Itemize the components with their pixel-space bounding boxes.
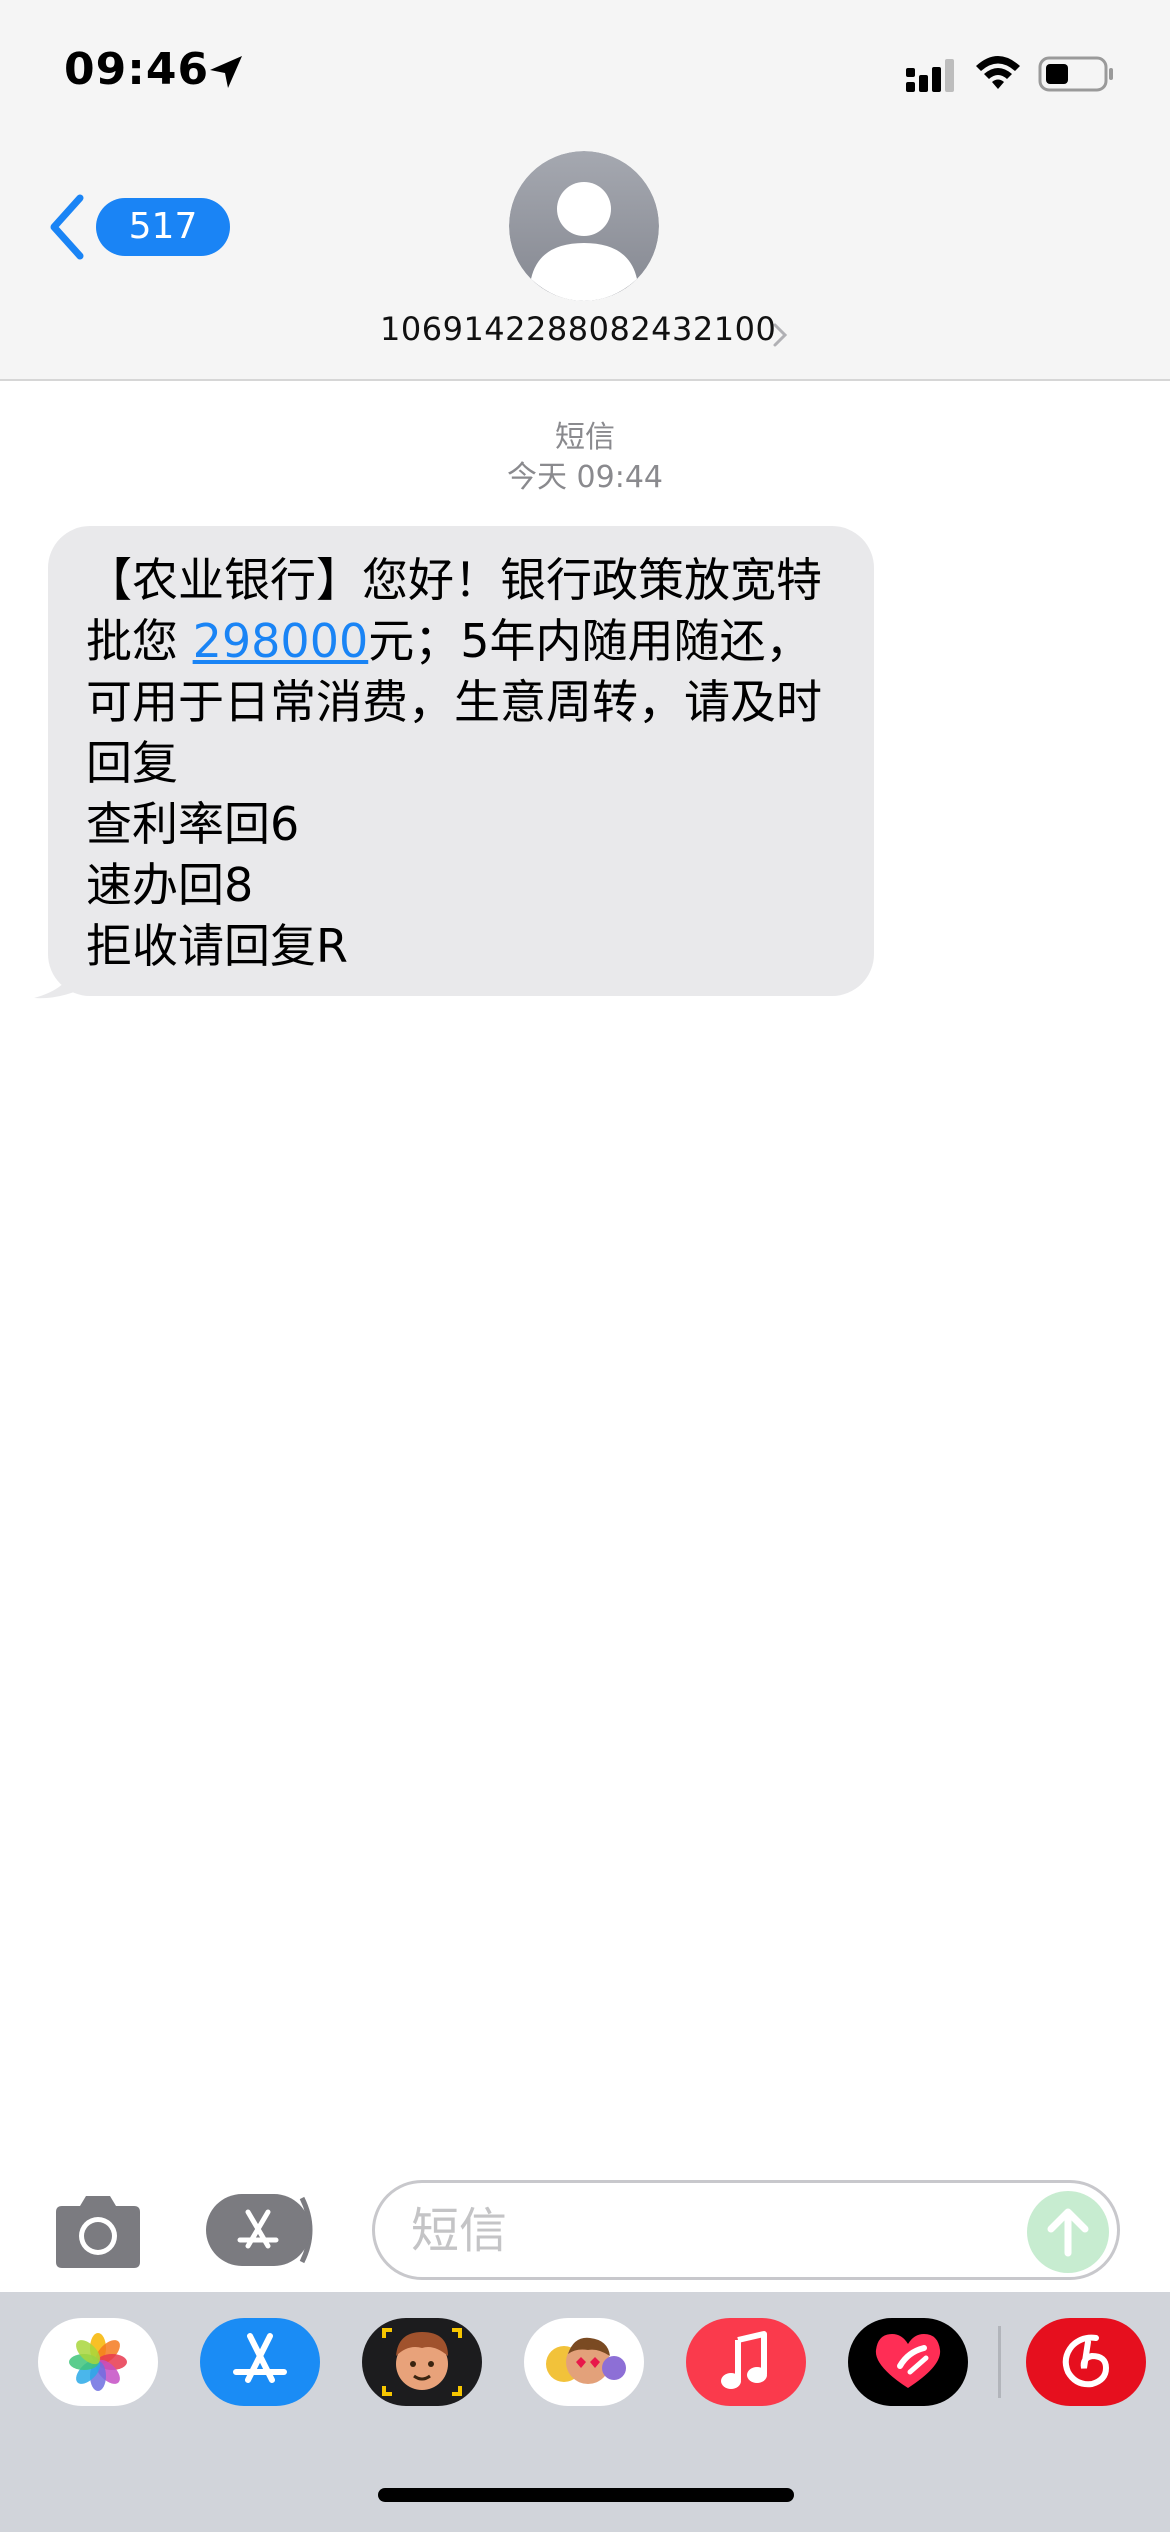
app-store-app-button[interactable] — [200, 2318, 320, 2406]
chevron-right-icon — [773, 323, 788, 347]
location-arrow-icon — [210, 56, 242, 88]
message-input-field[interactable] — [372, 2180, 1120, 2280]
message-text: 【农业银行】您好！银行政策放宽特批您 298000元；5年内随用随还，可用于日常… — [86, 550, 844, 977]
signal-icon — [906, 59, 954, 92]
memoji-app-button[interactable] — [362, 2318, 482, 2406]
photos-app-button[interactable] — [38, 2318, 158, 2406]
person-icon — [509, 151, 659, 301]
memoji-icon — [382, 2328, 462, 2396]
message-input[interactable] — [409, 2197, 993, 2265]
music-app-button[interactable] — [686, 2318, 806, 2406]
animoji-stickers-icon — [546, 2337, 626, 2384]
amount-link[interactable]: 298000 — [193, 614, 369, 668]
digital-touch-icon — [875, 2334, 941, 2388]
camera-button[interactable] — [52, 2190, 144, 2270]
home-indicator[interactable] — [378, 2488, 794, 2502]
send-arrow-icon — [1047, 2208, 1089, 2257]
message-timestamp: 今天 09:44 — [507, 460, 663, 495]
battery-icon — [1038, 56, 1113, 92]
contact-avatar[interactable] — [509, 151, 659, 301]
status-time: 09:46 — [64, 44, 210, 95]
unread-count-badge: 517 — [96, 198, 230, 256]
send-button[interactable] — [1027, 2191, 1109, 2273]
digital-touch-app-button[interactable] — [848, 2318, 968, 2406]
netease-music-app-button[interactable] — [1026, 2318, 1146, 2406]
service-label: 短信 — [555, 420, 615, 455]
contact-number[interactable]: 1069142288082432100 — [380, 310, 810, 348]
incoming-message-bubble[interactable]: 【农业银行】您好！银行政策放宽特批您 298000元；5年内随用随还，可用于日常… — [48, 526, 874, 996]
app-store-icon — [206, 2194, 313, 2266]
app-store-icon — [233, 2333, 287, 2383]
back-chevron-icon — [50, 194, 84, 260]
photos-icon — [69, 2333, 127, 2391]
music-icon — [721, 2331, 767, 2389]
camera-icon — [56, 2196, 140, 2268]
conversation-header: 09:46 517 1069142288082432100 — [0, 0, 1170, 381]
stickers-app-button[interactable] — [524, 2318, 644, 2406]
wifi-icon — [976, 56, 1020, 89]
apps-button[interactable] — [206, 2192, 320, 2268]
drawer-divider — [998, 2326, 1001, 2398]
netease-music-icon — [1062, 2334, 1110, 2388]
back-button[interactable]: 517 — [46, 190, 230, 262]
